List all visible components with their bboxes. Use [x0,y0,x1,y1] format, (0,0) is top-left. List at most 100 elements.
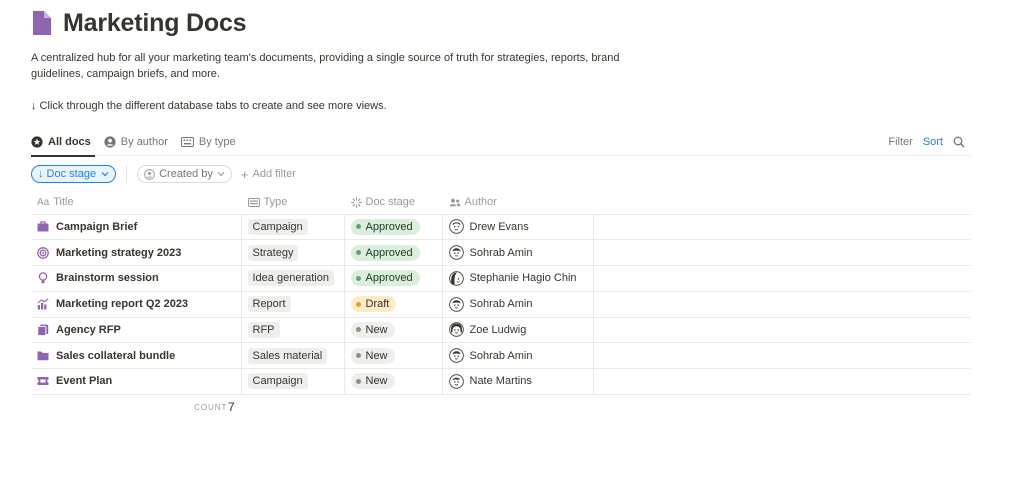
stage-cell[interactable]: New [343,317,442,344]
empty-cell [592,291,971,318]
author-cell[interactable]: Sohrab Amin [441,239,593,266]
type-cell[interactable]: Idea generation [240,265,344,292]
type-cell[interactable]: RFP [240,317,344,344]
stage-cell[interactable]: New [343,368,442,395]
type-cell[interactable]: Report [240,291,344,318]
column-header-author[interactable]: Author [442,191,593,215]
status-badge: New [350,373,395,390]
title-cell[interactable]: Marketing report Q2 2023 [31,291,241,318]
filter-button[interactable]: Filter [888,136,912,148]
column-label: Author [464,196,497,209]
ticket-icon [37,377,49,386]
sort-chip-label: ↓ Doc stage [38,168,97,180]
add-filter-button[interactable]: + Add filter [241,167,296,182]
author-cell[interactable]: Nate Martins [441,368,593,395]
table-row[interactable]: Marketing report Q2 2023 Report Draft So… [31,291,971,318]
table-row[interactable]: Event Plan Campaign New Nate Martins [31,368,971,395]
doc-title: Agency RFP [56,323,121,336]
title-cell[interactable]: Brainstorm session [31,265,241,292]
status-dot [355,250,361,256]
tab-by-type[interactable]: By type [180,128,236,156]
status-label: Approved [365,272,413,285]
status-badge: New [350,347,395,364]
chevron-down-icon [217,172,225,177]
view-tabs: All docs By author By type Filter Sort [31,128,971,157]
doc-title: Sales collateral bundle [56,349,176,362]
status-label: New [365,349,388,362]
document-icon[interactable] [31,10,53,36]
stage-cell[interactable]: Approved [343,239,442,266]
avatar [448,348,464,363]
status-badge: Approved [350,218,420,235]
title-cell[interactable]: Marketing strategy 2023 [31,239,241,266]
table-row[interactable]: Brainstorm session Idea generation Appro… [31,265,971,292]
status-label: Approved [365,220,413,233]
person-icon [144,168,155,180]
avatar [448,271,464,286]
lightbulb-icon [38,272,48,284]
column-header-title[interactable]: Aa Title [31,191,241,215]
divider [126,165,128,183]
author-name: Stephanie Hagio Chin [469,272,577,285]
status-dot [355,275,361,281]
avatar [448,374,464,389]
type-tag: Idea generation [247,270,334,287]
title-cell[interactable]: Campaign Brief [31,214,241,241]
plus-icon: + [240,166,249,182]
documents-icon [37,324,49,336]
table-row[interactable]: Campaign Brief Campaign Approved Drew Ev… [31,214,971,241]
tab-label: By author [120,135,168,148]
title-cell[interactable]: Sales collateral bundle [31,342,241,369]
type-cell[interactable]: Campaign [240,214,344,241]
type-cell[interactable]: Campaign [240,368,344,395]
star-circle-icon [31,135,43,148]
created-by-label: Created by [159,168,213,180]
sort-chip[interactable]: ↓ Doc stage [31,165,117,183]
column-header-doc-stage[interactable]: Doc stage [344,191,442,215]
stage-cell[interactable]: Draft [343,291,442,318]
briefcase-icon [37,221,49,232]
stage-cell[interactable]: Approved [343,214,442,241]
tab-label: By type [198,135,236,148]
author-cell[interactable]: Zoe Ludwig [441,317,593,344]
page-hint[interactable]: ↓ Click through the different database t… [31,98,971,114]
doc-title: Marketing strategy 2023 [56,246,182,259]
author-cell[interactable]: Stephanie Hagio Chin [441,265,593,292]
count-value: 7 [228,399,235,414]
title-cell[interactable]: Event Plan [31,368,241,395]
author-name: Zoe Ludwig [469,323,527,336]
table-row[interactable]: Agency RFP RFP New Zoe Ludwig [31,317,971,344]
page-description[interactable]: A centralized hub for all your marketing… [31,50,621,82]
stage-cell[interactable]: Approved [343,265,442,292]
title-cell[interactable]: Agency RFP [31,317,241,344]
avatar [448,219,464,235]
tab-by-author[interactable]: By author [104,128,168,156]
status-dot [355,301,361,307]
column-label: Doc stage [365,196,416,209]
status-label: New [365,375,388,388]
table-row[interactable]: Marketing strategy 2023 Strategy Approve… [31,239,971,266]
sort-button[interactable]: Sort [923,136,943,148]
table-row[interactable]: Sales collateral bundle Sales material N… [31,342,971,369]
author-cell[interactable]: Sohrab Amin [441,291,593,318]
add-filter-label: Add filter [252,168,296,180]
tab-all-docs[interactable]: All docs [31,128,95,157]
type-cell[interactable]: Sales material [240,342,344,369]
status-badge: Approved [350,244,420,261]
stage-cell[interactable]: New [343,342,442,369]
status-badge: New [350,321,395,338]
doc-title: Brainstorm session [56,272,159,285]
page-title[interactable]: Marketing Docs [63,9,247,38]
status-dot [355,378,361,384]
docs-table: Aa Title Type Doc stage Author Campaign … [31,191,971,395]
type-cell[interactable]: Strategy [240,239,344,266]
author-name: Sohrab Amin [469,349,533,362]
doc-title: Event Plan [56,375,113,388]
list-icon [247,197,260,207]
search-icon[interactable] [953,136,965,148]
author-cell[interactable]: Sohrab Amin [441,342,593,369]
empty-cell [592,342,971,369]
column-header-type[interactable]: Type [241,191,344,215]
created-by-filter[interactable]: Created by [137,165,232,183]
author-cell[interactable]: Drew Evans [441,214,593,241]
